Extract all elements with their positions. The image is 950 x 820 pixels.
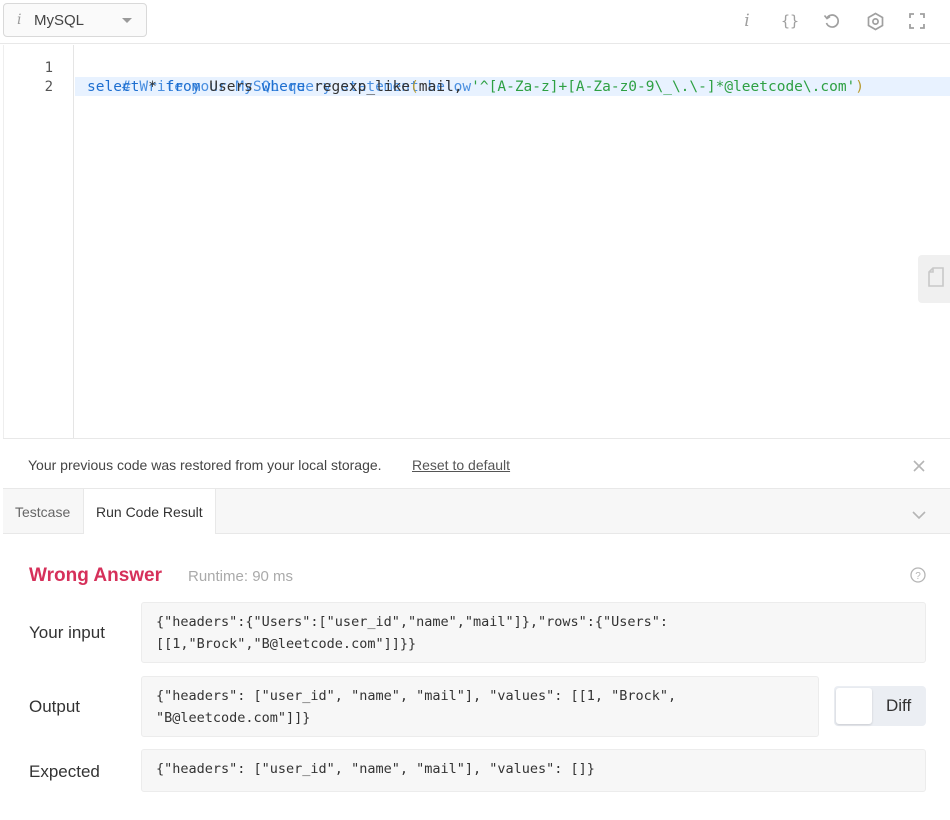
line-gutter: 1 2 bbox=[4, 45, 74, 438]
keyword-where: where bbox=[261, 79, 306, 95]
language-select[interactable]: i MySQL bbox=[3, 3, 147, 37]
side-notes-tab[interactable] bbox=[918, 255, 950, 303]
help-icon[interactable]: ? bbox=[910, 567, 926, 588]
chevron-down-icon[interactable] bbox=[912, 507, 926, 525]
code-paren-close: ) bbox=[855, 79, 865, 95]
editor-toolbar: i MySQL i {} bbox=[0, 0, 950, 44]
code-table: Users bbox=[200, 79, 262, 95]
reset-to-default-link[interactable]: Reset to default bbox=[412, 457, 510, 473]
keyword-from: from bbox=[165, 79, 201, 95]
code-paren-open: ( bbox=[410, 79, 419, 95]
code-arg: mail, bbox=[418, 79, 472, 95]
runtime-text: Runtime: 90 ms bbox=[188, 568, 294, 585]
format-braces-icon[interactable]: {} bbox=[780, 10, 800, 32]
language-info-icon: i bbox=[17, 12, 22, 28]
expected-label: Expected bbox=[29, 762, 100, 781]
console-tabs: Testcase Run Code Result bbox=[3, 489, 950, 535]
info-icon[interactable]: i bbox=[740, 10, 754, 32]
restore-message: Your previous code was restored from you… bbox=[28, 457, 382, 473]
code-star: * bbox=[139, 79, 166, 95]
result-status: Wrong Answer bbox=[29, 565, 163, 586]
output-value: {"headers": ["user_id", "name", "mail"],… bbox=[141, 676, 819, 737]
tab-testcase[interactable]: Testcase bbox=[3, 489, 82, 534]
your-input-value: {"headers":{"Users":["user_id","name","m… bbox=[141, 602, 926, 663]
close-icon[interactable] bbox=[913, 459, 925, 477]
caret-down-icon bbox=[122, 18, 132, 23]
tab-run-code-result[interactable]: Run Code Result bbox=[83, 489, 216, 535]
code-string: '^[A-Za-z]+[A-Za-z0-9\_\.\-]*@leetcode\.… bbox=[471, 79, 856, 95]
run-result-panel: Wrong Answer Runtime: 90 ms ? Your input… bbox=[3, 534, 950, 820]
code-line-2[interactable]: select * from Users where regexp_like(ma… bbox=[87, 78, 864, 97]
diff-toggle-knob bbox=[836, 688, 872, 724]
fullscreen-icon[interactable] bbox=[907, 10, 927, 32]
line-number: 1 bbox=[44, 60, 53, 76]
diff-toggle[interactable]: Diff bbox=[834, 686, 926, 726]
settings-gear-icon[interactable] bbox=[865, 10, 885, 32]
keyword-select: select bbox=[87, 79, 140, 95]
expected-value: {"headers": ["user_id", "name", "mail"],… bbox=[141, 749, 926, 792]
diff-label: Diff bbox=[886, 696, 912, 715]
output-label: Output bbox=[29, 697, 81, 716]
code-editor[interactable]: 1 2 # Write your MySQL query statement b… bbox=[3, 45, 950, 438]
your-input-label: Your input bbox=[29, 623, 105, 642]
reset-undo-icon[interactable] bbox=[822, 10, 842, 32]
line-number: 2 bbox=[44, 79, 53, 95]
restore-notice: Your previous code was restored from you… bbox=[3, 438, 950, 489]
language-label: MySQL bbox=[34, 11, 85, 29]
svg-text:?: ? bbox=[915, 571, 921, 582]
code-function: regexp_like bbox=[305, 79, 411, 95]
note-page-icon bbox=[928, 266, 944, 292]
